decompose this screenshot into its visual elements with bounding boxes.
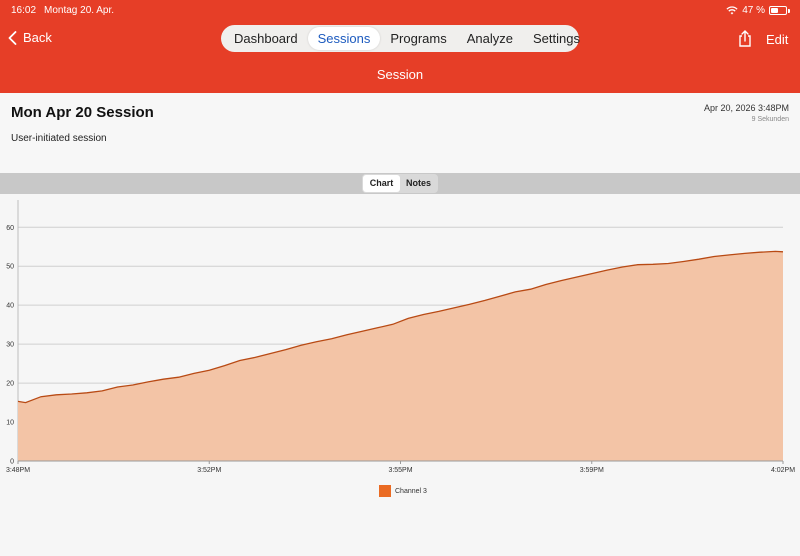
top-bar: 16:02 Montag 20. Apr. 47 % Back Dashboar… xyxy=(0,0,800,93)
status-date: Montag 20. Apr. xyxy=(44,5,115,16)
y-tick-label: 20 xyxy=(6,381,14,388)
session-title: Mon Apr 20 Session xyxy=(11,104,154,121)
notes-tab[interactable]: Notes xyxy=(400,175,437,192)
share-icon[interactable] xyxy=(737,30,753,47)
tab-programs[interactable]: Programs xyxy=(380,27,456,50)
status-time: 16:02 xyxy=(11,5,37,16)
back-button[interactable]: Back xyxy=(8,30,52,45)
main-tab-bar: Dashboard Sessions Programs Analyze Sett… xyxy=(221,25,580,52)
back-label: Back xyxy=(23,30,52,45)
session-description: User-initiated session xyxy=(11,133,107,144)
y-tick-label: 60 xyxy=(6,225,14,232)
chart-legend[interactable]: Channel 3 xyxy=(379,485,427,497)
battery-icon xyxy=(769,6,787,15)
status-indicators: 47 % xyxy=(726,5,790,16)
x-tick-label: 3:59PM xyxy=(580,467,604,474)
page-title: Session xyxy=(376,67,424,82)
session-header: Mon Apr 20 Session User-initiated sessio… xyxy=(0,93,800,173)
x-tick-label: 3:48PM xyxy=(6,467,30,474)
y-tick-label: 10 xyxy=(6,420,14,427)
y-tick-label: 50 xyxy=(6,264,14,271)
tab-analyze[interactable]: Analyze xyxy=(457,27,523,50)
chart-tab[interactable]: Chart xyxy=(363,175,400,192)
chart-svg: 0 10 20 30 40 50 60 3:48PM 3:52PM 3:55PM 3:59PM 4:0… xyxy=(6,200,795,474)
tab-dashboard[interactable]: Dashboard xyxy=(224,27,308,50)
y-tick-label: 0 xyxy=(10,459,14,466)
y-tick-label: 30 xyxy=(6,342,14,349)
tab-settings[interactable]: Settings xyxy=(523,27,590,50)
legend-swatch xyxy=(379,485,391,497)
series-area-channel-3 xyxy=(18,251,783,461)
legend-label: Channel 3 xyxy=(395,487,427,495)
x-tick-label: 3:55PM xyxy=(388,467,412,474)
session-duration: 9 Sekunden xyxy=(751,116,789,123)
session-datetime: Apr 20, 2026 3:48PM xyxy=(703,103,789,113)
view-toggle: Chart Notes xyxy=(362,174,438,193)
y-tick-label: 40 xyxy=(6,303,14,310)
tab-sessions[interactable]: Sessions xyxy=(307,27,381,50)
x-tick-label: 3:52PM xyxy=(197,467,221,474)
chevron-left-icon xyxy=(8,30,17,45)
battery-percent: 47 % xyxy=(742,5,765,16)
x-tick-label: 4:02PM xyxy=(771,467,795,474)
view-toggle-bar: Chart Notes xyxy=(0,173,800,194)
edit-button[interactable]: Edit xyxy=(766,32,788,47)
session-chart: 0 10 20 30 40 50 60 3:48PM 3:52PM 3:55PM 3:59PM 4:0… xyxy=(0,194,800,556)
wifi-icon xyxy=(726,6,738,15)
